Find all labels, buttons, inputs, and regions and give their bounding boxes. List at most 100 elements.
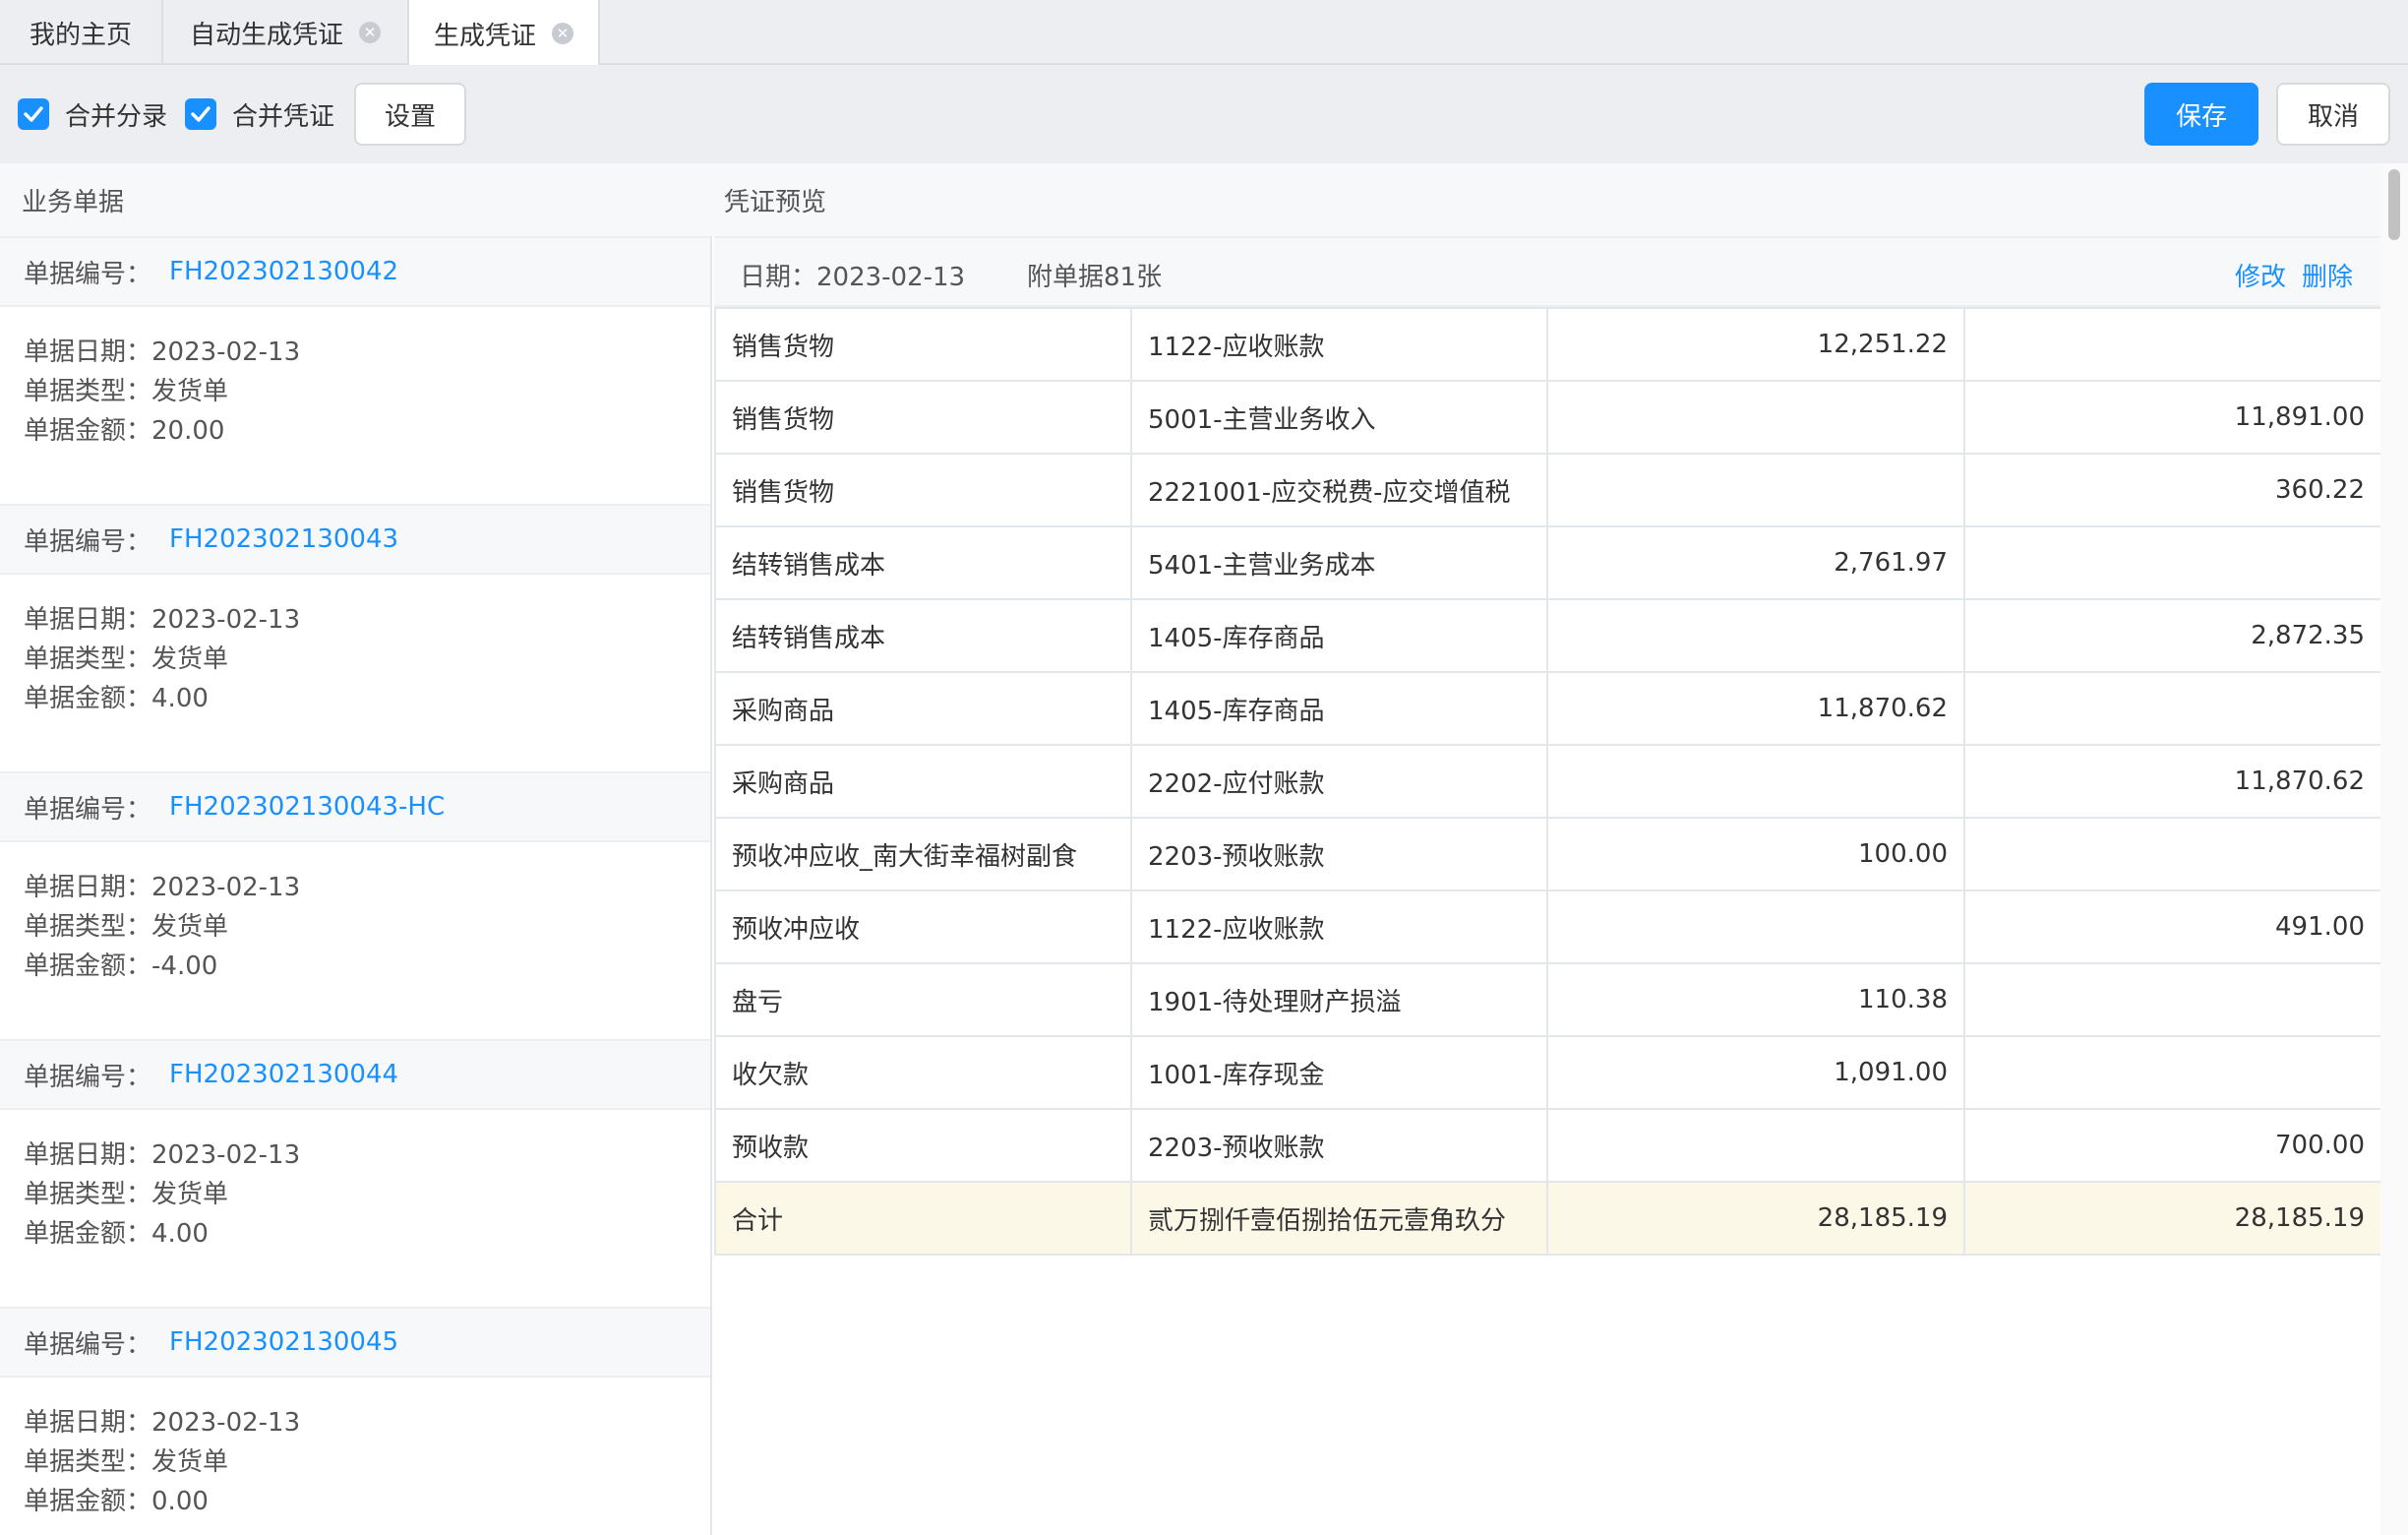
tab-home[interactable]: 我的主页 — [0, 0, 163, 65]
document-card: 单据编号： FH202302130044 单据日期：2023-02-13 单据类… — [0, 1039, 710, 1307]
cell-summary: 结转销售成本 — [714, 598, 1132, 673]
document-type-row: 单据类型：发货单 — [24, 372, 687, 411]
cell-debit: 11,870.62 — [1546, 671, 1965, 746]
table-row[interactable]: 收欠款 1001-库存现金 1,091.00 — [714, 1035, 2382, 1110]
document-card-header: 单据编号： FH202302130045 — [0, 1307, 710, 1378]
document-type-row: 单据类型：发货单 — [24, 1175, 687, 1214]
scrollbar-track[interactable] — [2380, 163, 2408, 1535]
document-card-body: 单据日期：2023-02-13 单据类型：发货单 单据金额：4.00 — [0, 1110, 710, 1254]
voucher-entries-table: 销售货物 1122-应收账款 12,251.22 销售货物 5001-主营业务收入 11,… — [714, 307, 2382, 1256]
cell-debit — [1546, 598, 1965, 673]
delete-link[interactable]: 删除 — [2302, 257, 2353, 293]
table-row[interactable]: 结转销售成本 1405-库存商品 2,872.35 — [714, 598, 2382, 673]
cell-account: 1001-库存现金 — [1130, 1035, 1548, 1110]
document-no-link[interactable]: FH202302130043-HC — [169, 792, 445, 822]
document-amount: 4.00 — [151, 1219, 209, 1249]
document-card: 单据编号： FH202302130045 单据日期：2023-02-13 单据类… — [0, 1307, 710, 1535]
table-row[interactable]: 结转销售成本 5401-主营业务成本 2,761.97 — [714, 525, 2382, 600]
document-amount-label: 单据金额： — [24, 684, 152, 713]
cell-account: 1122-应收账款 — [1130, 307, 1548, 382]
document-card: 单据编号： FH202302130043 单据日期：2023-02-13 单据类… — [0, 504, 710, 771]
checkbox-checked-icon — [185, 98, 216, 130]
tab-home-label: 我的主页 — [29, 20, 132, 50]
edit-link[interactable]: 修改 — [2235, 257, 2286, 293]
cell-credit: 11,870.62 — [1963, 744, 2382, 819]
cell-account: 2203-预收账款 — [1130, 817, 1548, 891]
tab-bar: 我的主页 自动生成凭证 ✕ 生成凭证 ✕ — [0, 0, 2408, 67]
cell-account: 5001-主营业务收入 — [1130, 380, 1548, 455]
document-type: 发货单 — [151, 1180, 229, 1209]
cell-debit: 1,091.00 — [1546, 1035, 1965, 1110]
table-row[interactable]: 预收冲应收 1122-应收账款 491.00 — [714, 890, 2382, 964]
merge-vouchers-checkbox[interactable]: 合并凭证 — [185, 96, 334, 132]
cell-debit — [1546, 453, 1965, 527]
close-icon[interactable]: ✕ — [552, 23, 573, 44]
document-type-row: 单据类型：发货单 — [24, 1443, 687, 1482]
tab-generate-voucher-label: 生成凭证 — [433, 21, 536, 51]
document-type-label: 单据类型： — [24, 645, 152, 674]
cell-summary: 采购商品 — [714, 671, 1132, 746]
document-type: 发货单 — [151, 912, 229, 942]
cell-account: 1405-库存商品 — [1130, 671, 1548, 746]
cell-summary: 预收冲应收 — [714, 890, 1132, 964]
cell-credit — [1963, 962, 2382, 1037]
document-no-label: 单据编号： — [24, 1062, 152, 1092]
voucher-date: 日期：2023-02-13 — [740, 263, 966, 292]
table-row[interactable]: 采购商品 1405-库存商品 11,870.62 — [714, 671, 2382, 746]
tab-auto-generate-voucher[interactable]: 自动生成凭证 ✕ — [163, 0, 409, 65]
cancel-button[interactable]: 取消 — [2276, 83, 2390, 146]
cell-credit — [1963, 671, 2382, 746]
cell-account: 2221001-应交税费-应交增值税 — [1130, 453, 1548, 527]
cell-account: 2203-预收账款 — [1130, 1108, 1548, 1183]
table-row[interactable]: 采购商品 2202-应付账款 11,870.62 — [714, 744, 2382, 819]
total-label: 合计 — [714, 1181, 1132, 1256]
cell-credit: 491.00 — [1963, 890, 2382, 964]
document-date-row: 单据日期：2023-02-13 — [24, 600, 687, 640]
cell-credit: 11,891.00 — [1963, 380, 2382, 455]
cell-account: 5401-主营业务成本 — [1130, 525, 1548, 600]
scrollbar-thumb[interactable] — [2388, 169, 2400, 240]
document-amount-row: 单据金额：4.00 — [24, 1214, 687, 1254]
document-no-link[interactable]: FH202302130043 — [169, 524, 398, 554]
document-date: 2023-02-13 — [151, 1140, 301, 1170]
voucher-preview-title: 凭证预览 — [724, 187, 827, 217]
cell-debit: 12,251.22 — [1546, 307, 1965, 382]
cell-summary: 销售货物 — [714, 380, 1132, 455]
table-row[interactable]: 预收冲应收_南大街幸福树副食 2203-预收账款 100.00 — [714, 817, 2382, 891]
merge-entries-label: 合并分录 — [65, 101, 168, 132]
close-icon[interactable]: ✕ — [359, 22, 381, 43]
document-card: 单据编号： FH202302130042 单据日期：2023-02-13 单据类… — [0, 236, 710, 504]
table-row[interactable]: 销售货物 2221001-应交税费-应交增值税 360.22 — [714, 453, 2382, 527]
document-type-label: 单据类型： — [24, 1447, 152, 1477]
document-amount: -4.00 — [151, 952, 218, 981]
document-date-label: 单据日期： — [24, 338, 152, 367]
save-button[interactable]: 保存 — [2144, 83, 2258, 146]
document-card-body: 单据日期：2023-02-13 单据类型：发货单 单据金额：0.00 — [0, 1378, 710, 1521]
document-amount-row: 单据金额：20.00 — [24, 411, 687, 451]
cell-summary: 预收款 — [714, 1108, 1132, 1183]
cell-credit: 700.00 — [1963, 1108, 2382, 1183]
cell-credit — [1963, 525, 2382, 600]
tab-generate-voucher[interactable]: 生成凭证 ✕ — [409, 0, 600, 67]
cell-debit — [1546, 744, 1965, 819]
document-card: 单据编号： FH202302130043-HC 单据日期：2023-02-13 … — [0, 771, 710, 1039]
table-row[interactable]: 盘亏 1901-待处理财产损溢 110.38 — [714, 962, 2382, 1037]
document-date-row: 单据日期：2023-02-13 — [24, 1403, 687, 1443]
merge-entries-checkbox[interactable]: 合并分录 — [18, 96, 167, 132]
table-row[interactable]: 销售货物 5001-主营业务收入 11,891.00 — [714, 380, 2382, 455]
cell-summary: 销售货物 — [714, 453, 1132, 527]
cell-credit — [1963, 817, 2382, 891]
document-amount: 4.00 — [151, 684, 209, 713]
settings-button[interactable]: 设置 — [354, 83, 466, 146]
cell-debit — [1546, 380, 1965, 455]
document-no-link[interactable]: FH202302130045 — [169, 1327, 398, 1357]
document-no-link[interactable]: FH202302130042 — [169, 257, 398, 286]
table-row[interactable]: 销售货物 1122-应收账款 12,251.22 — [714, 307, 2382, 382]
cell-credit: 2,872.35 — [1963, 598, 2382, 673]
document-amount: 20.00 — [151, 416, 225, 446]
document-no-label: 单据编号： — [24, 526, 152, 557]
checkbox-checked-icon — [18, 98, 49, 130]
document-no-link[interactable]: FH202302130044 — [169, 1060, 398, 1089]
document-date: 2023-02-13 — [151, 338, 301, 367]
table-row[interactable]: 预收款 2203-预收账款 700.00 — [714, 1108, 2382, 1183]
